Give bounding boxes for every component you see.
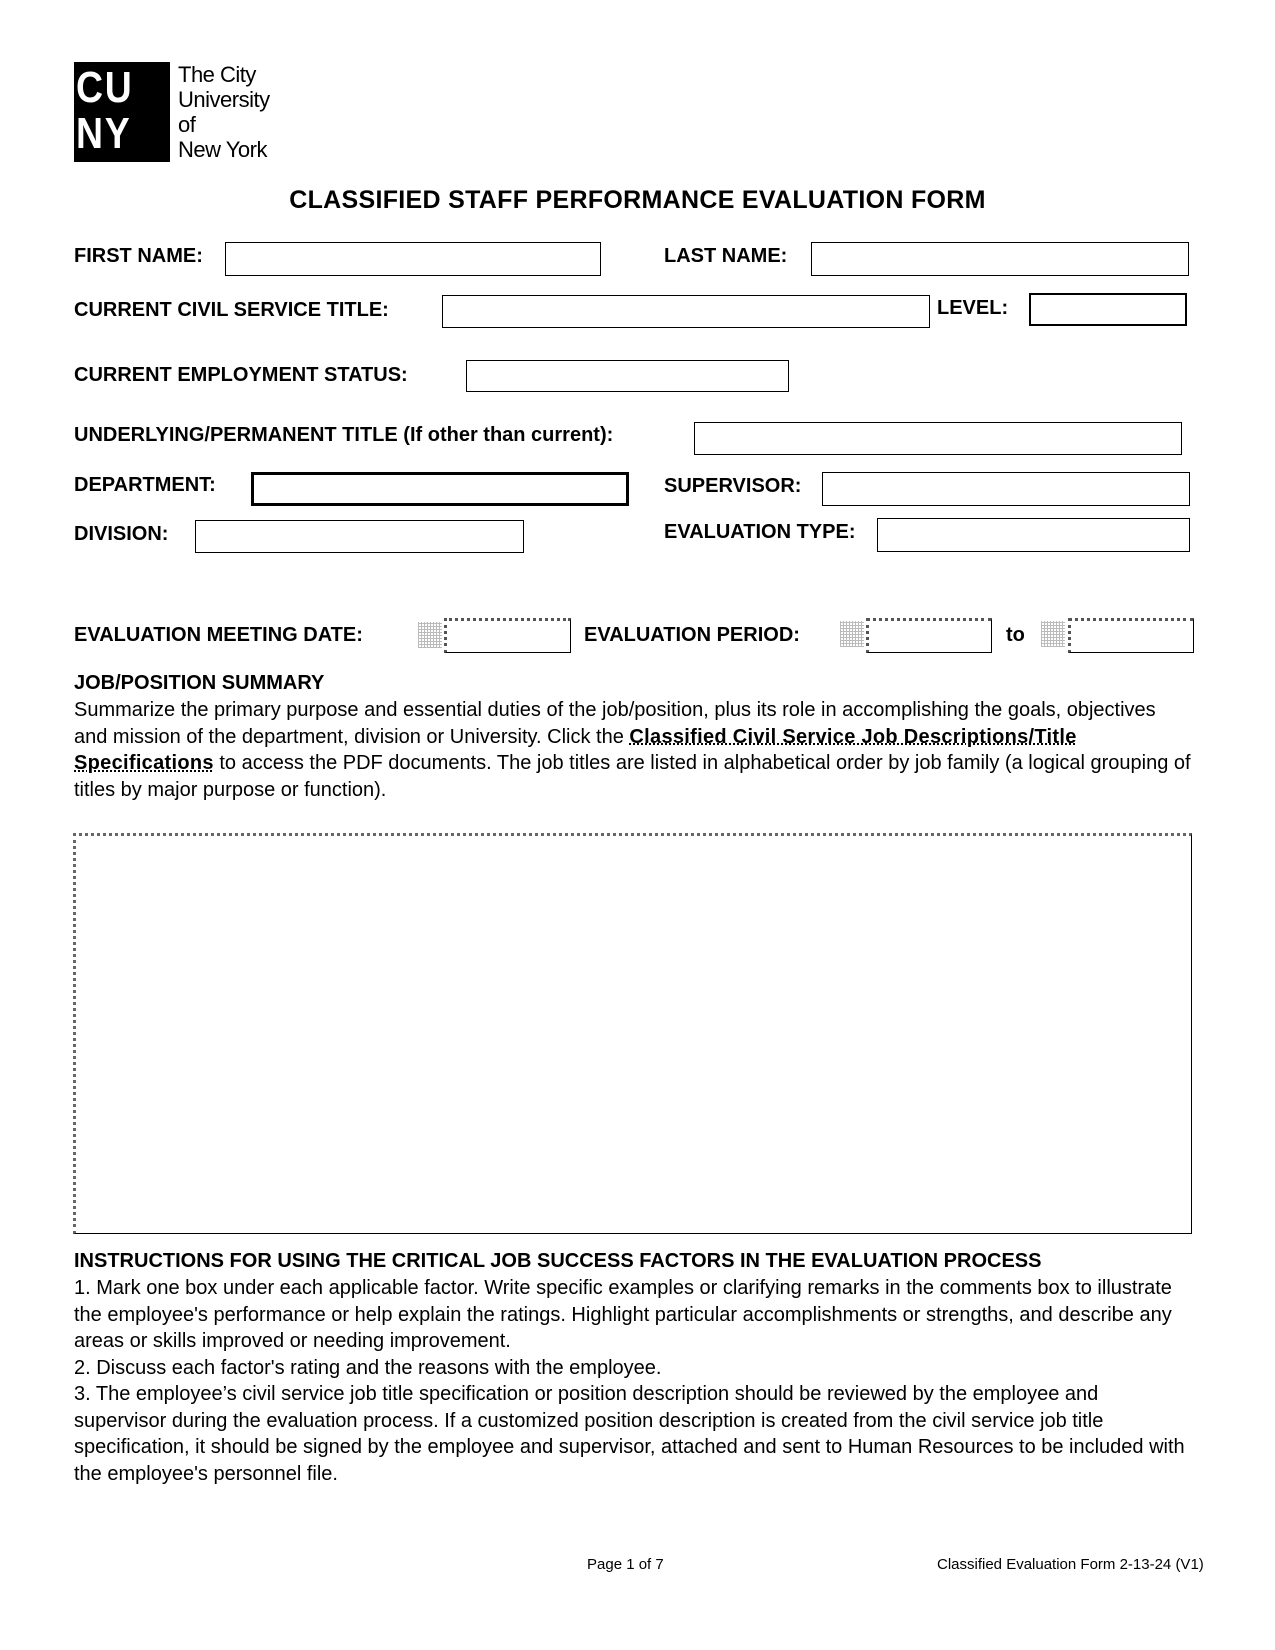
last-name-label: LAST NAME: [664, 245, 788, 267]
division-label: DIVISION: [74, 523, 169, 545]
page-number: Page 1 of 7 [587, 1556, 664, 1573]
calendar-icon[interactable] [840, 621, 864, 647]
employment-status-field[interactable] [466, 360, 789, 392]
evaluation-period-from-field[interactable] [866, 618, 992, 653]
calendar-icon[interactable] [418, 622, 442, 648]
job-summary-heading: JOB/POSITION SUMMARY [74, 672, 325, 694]
evaluation-type-label: EVALUATION TYPE: [664, 521, 856, 543]
evaluation-period-label: EVALUATION PERIOD: [584, 624, 800, 646]
first-name-label: FIRST NAME: [74, 245, 203, 267]
logo-text-line: of [178, 112, 196, 137]
meeting-date-label: EVALUATION MEETING DATE: [74, 624, 363, 646]
supervisor-label: SUPERVISOR: [664, 475, 802, 497]
civil-service-title-label: CURRENT CIVIL SERVICE TITLE: [74, 299, 389, 321]
form-version: Classified Evaluation Form 2-13-24 (V1) [937, 1556, 1204, 1573]
instructions-heading: INSTRUCTIONS FOR USING THE CRITICAL JOB … [74, 1250, 1042, 1272]
logo-mark-line1: CU [76, 63, 134, 112]
underlying-title-label-main: UNDERLYING/PERMANENT TITLE [74, 424, 398, 446]
department-field[interactable] [251, 472, 629, 506]
evaluation-period-to-field[interactable] [1068, 618, 1194, 653]
last-name-field[interactable] [811, 242, 1189, 276]
supervisor-field[interactable] [822, 472, 1190, 506]
first-name-field[interactable] [225, 242, 601, 276]
level-label: LEVEL: [937, 297, 1009, 319]
logo-wordmark: The City University of New York [178, 62, 270, 162]
logo-text-line: The City [178, 62, 256, 87]
instruction-item: 1. Mark one box under each applicable fa… [74, 1277, 1172, 1352]
meeting-date-field[interactable] [444, 618, 571, 653]
civil-service-title-field[interactable] [442, 295, 930, 328]
cuny-logo-mark: CU NY [74, 62, 170, 162]
underlying-title-field[interactable] [694, 422, 1182, 455]
job-summary-textarea[interactable] [73, 833, 1192, 1234]
level-field[interactable] [1029, 293, 1187, 326]
logo-text-line: University [178, 87, 270, 112]
logo-text-line: New York [178, 137, 267, 162]
employment-status-label: CURRENT EMPLOYMENT STATUS: [74, 364, 408, 386]
cuny-logo: CU NY The City University of New York [74, 62, 294, 162]
underlying-title-label-note: (If other than current): [397, 424, 614, 446]
instructions-list: 1. Mark one box under each applicable fa… [74, 1275, 1194, 1487]
job-summary-instructions: Summarize the primary purpose and essent… [74, 697, 1194, 803]
period-to-label: to [1006, 624, 1025, 646]
underlying-title-label: UNDERLYING/PERMANENT TITLE (If other tha… [74, 423, 613, 447]
job-summary-text: to access the PDF documents. The job tit… [74, 752, 1191, 801]
division-field[interactable] [195, 520, 524, 553]
logo-mark-line2: NY [76, 109, 132, 158]
calendar-icon[interactable] [1041, 621, 1065, 647]
instruction-item: 3. The employee’s civil service job titl… [74, 1383, 1185, 1485]
form-title: CLASSIFIED STAFF PERFORMANCE EVALUATION … [289, 186, 986, 214]
instruction-item: 2. Discuss each factor's rating and the … [74, 1356, 662, 1379]
department-label: DEPARTMENT: [74, 474, 216, 496]
evaluation-type-field[interactable] [877, 518, 1190, 552]
